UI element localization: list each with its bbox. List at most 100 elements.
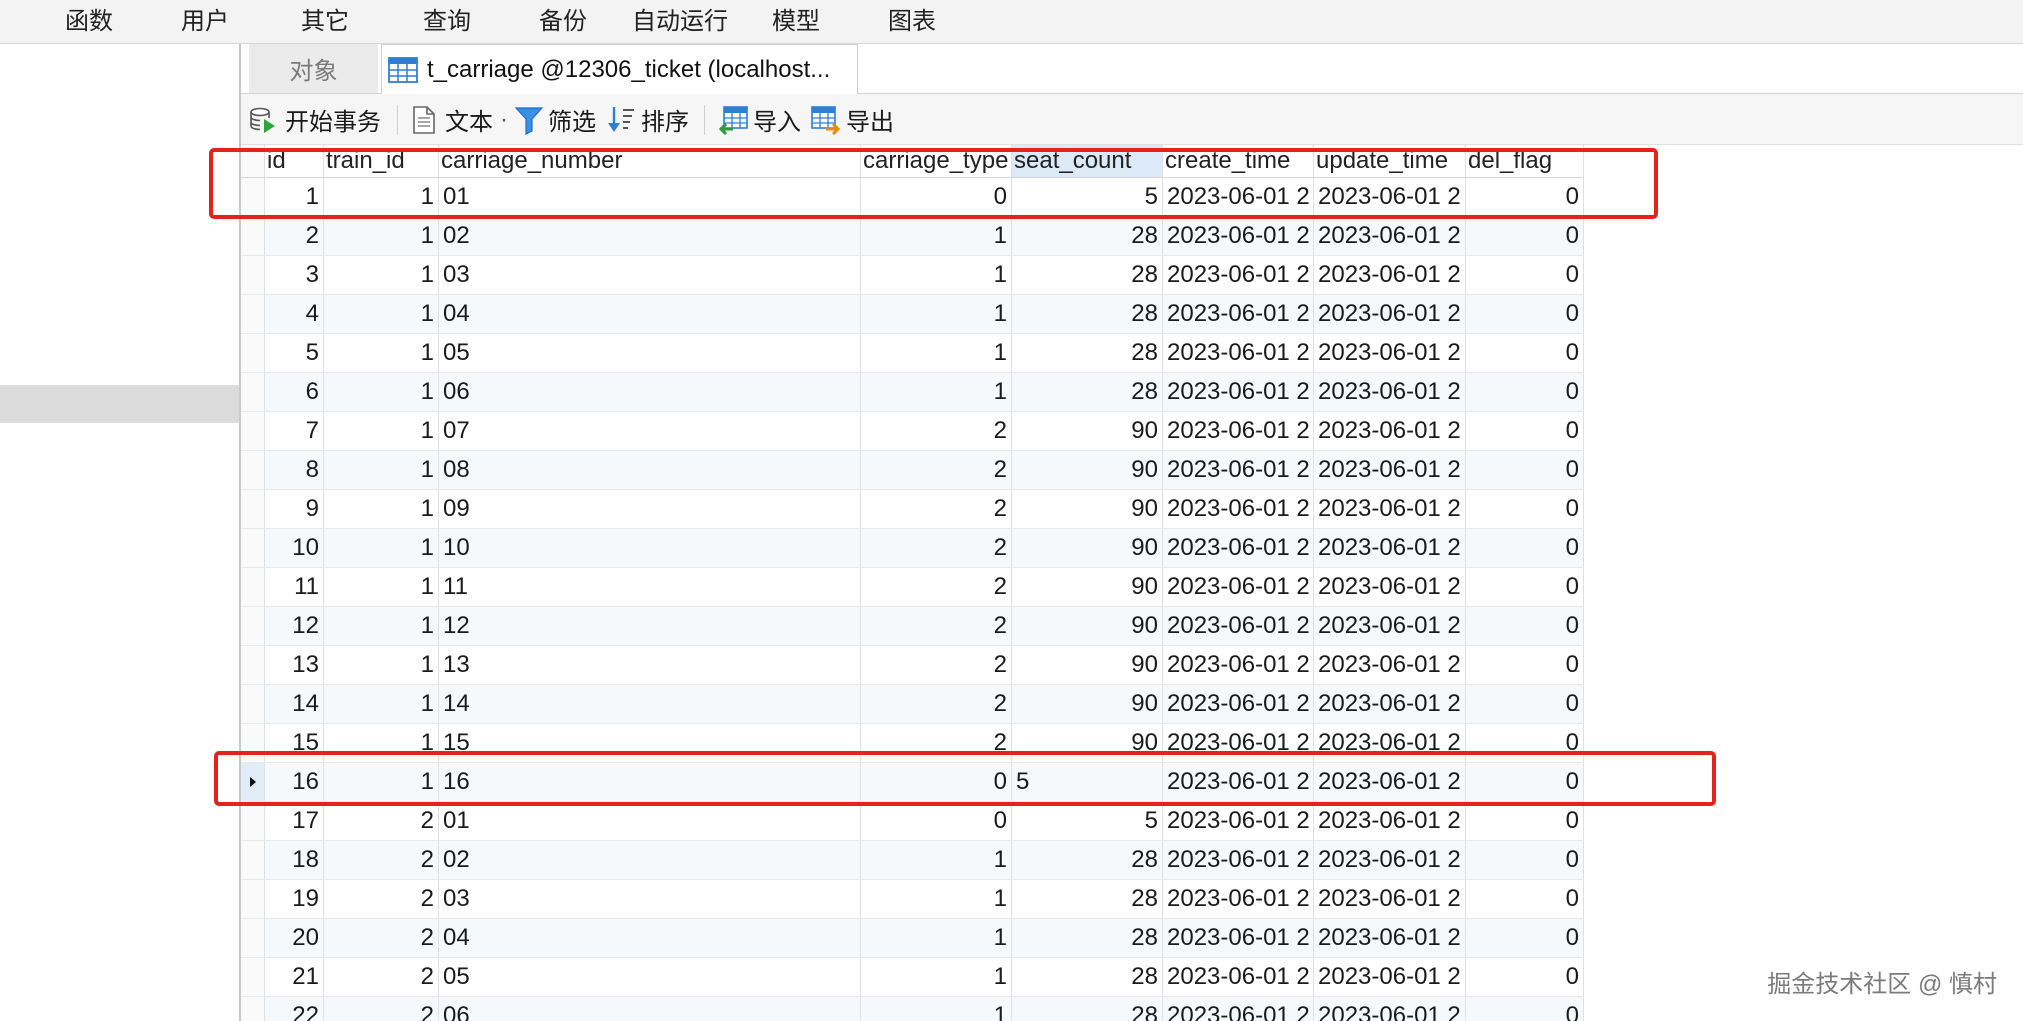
cell-seat-count[interactable]: 5 xyxy=(1012,763,1163,801)
cell-carriage-type[interactable]: 2 xyxy=(861,646,1012,684)
table-row[interactable]: 12 1 12 2 90 2023-06-01 2 2023-06-01 20 xyxy=(241,607,1584,646)
cell-carriage-number[interactable]: 04 xyxy=(439,295,861,333)
cell-carriage-number[interactable]: 14 xyxy=(439,685,861,723)
cell-del-flag[interactable]: 0 xyxy=(1466,451,1584,489)
cell-seat-count[interactable]: 28 xyxy=(1012,841,1163,879)
cell-carriage-type[interactable]: 2 xyxy=(861,490,1012,528)
row-indicator[interactable] xyxy=(241,997,265,1021)
cell-train-id[interactable]: 1 xyxy=(324,451,439,489)
cell-id[interactable]: 10 xyxy=(265,529,324,567)
cell-carriage-number[interactable]: 02 xyxy=(439,217,861,255)
table-row[interactable]: 15 1 15 2 90 2023-06-01 2 2023-06-01 20 xyxy=(241,724,1584,763)
column-header-update-time[interactable]: update_time xyxy=(1314,145,1466,177)
cell-del-flag[interactable]: 0 xyxy=(1466,802,1584,840)
cell-id[interactable]: 7 xyxy=(265,412,324,450)
cell-carriage-number[interactable]: 05 xyxy=(439,958,861,996)
cell-carriage-type[interactable]: 1 xyxy=(861,256,1012,294)
cell-carriage-number[interactable]: 01 xyxy=(439,802,861,840)
cell-create-time[interactable]: 2023-06-01 2 xyxy=(1163,607,1314,645)
table-row[interactable]: 1 1 01 0 5 2023-06-01 2 2023-06-01 20 xyxy=(241,178,1584,217)
row-indicator[interactable] xyxy=(241,178,265,216)
column-header-seat-count[interactable]: seat_count xyxy=(1012,145,1163,177)
row-indicator[interactable] xyxy=(241,646,265,684)
row-indicator[interactable] xyxy=(241,841,265,879)
cell-seat-count[interactable]: 90 xyxy=(1012,490,1163,528)
cell-seat-count[interactable]: 5 xyxy=(1012,802,1163,840)
table-row[interactable]: 9 1 09 2 90 2023-06-01 2 2023-06-01 20 xyxy=(241,490,1584,529)
cell-id[interactable]: 22 xyxy=(265,997,324,1021)
cell-carriage-number[interactable]: 13 xyxy=(439,646,861,684)
cell-create-time[interactable]: 2023-06-01 2 xyxy=(1163,373,1314,411)
cell-update-time[interactable]: 2023-06-01 2 xyxy=(1314,295,1466,333)
cell-carriage-number[interactable]: 03 xyxy=(439,256,861,294)
cell-update-time[interactable]: 2023-06-01 2 xyxy=(1314,841,1466,879)
cell-seat-count[interactable]: 28 xyxy=(1012,217,1163,255)
table-row[interactable]: 13 1 13 2 90 2023-06-01 2 2023-06-01 20 xyxy=(241,646,1584,685)
cell-train-id[interactable]: 1 xyxy=(324,607,439,645)
cell-carriage-number[interactable]: 05 xyxy=(439,334,861,372)
cell-seat-count[interactable]: 28 xyxy=(1012,373,1163,411)
cell-create-time[interactable]: 2023-06-01 2 xyxy=(1163,685,1314,723)
import-button[interactable]: 导入 xyxy=(717,94,801,145)
cell-del-flag[interactable]: 0 xyxy=(1466,256,1584,294)
cell-carriage-type[interactable]: 2 xyxy=(861,529,1012,567)
cell-train-id[interactable]: 1 xyxy=(324,412,439,450)
cell-del-flag[interactable]: 0 xyxy=(1466,607,1584,645)
cell-train-id[interactable]: 1 xyxy=(324,529,439,567)
cell-create-time[interactable]: 2023-06-01 2 xyxy=(1163,451,1314,489)
cell-create-time[interactable]: 2023-06-01 2 xyxy=(1163,529,1314,567)
row-indicator[interactable] xyxy=(241,919,265,957)
row-indicator[interactable] xyxy=(241,763,265,801)
menu-item-functions[interactable]: 函数 xyxy=(65,0,113,43)
cell-train-id[interactable]: 2 xyxy=(324,802,439,840)
row-indicator[interactable] xyxy=(241,802,265,840)
cell-create-time[interactable]: 2023-06-01 2 xyxy=(1163,256,1314,294)
cell-seat-count[interactable]: 90 xyxy=(1012,607,1163,645)
cell-id[interactable]: 11 xyxy=(265,568,324,606)
cell-update-time[interactable]: 2023-06-01 2 xyxy=(1314,490,1466,528)
cell-seat-count[interactable]: 90 xyxy=(1012,724,1163,762)
cell-id[interactable]: 17 xyxy=(265,802,324,840)
cell-carriage-type[interactable]: 1 xyxy=(861,958,1012,996)
cell-carriage-type[interactable]: 1 xyxy=(861,880,1012,918)
cell-update-time[interactable]: 2023-06-01 2 xyxy=(1314,412,1466,450)
cell-carriage-type[interactable]: 2 xyxy=(861,685,1012,723)
cell-id[interactable]: 12 xyxy=(265,607,324,645)
row-indicator[interactable] xyxy=(241,412,265,450)
cell-train-id[interactable]: 1 xyxy=(324,685,439,723)
row-indicator[interactable] xyxy=(241,217,265,255)
cell-carriage-type[interactable]: 0 xyxy=(861,178,1012,216)
text-view-button[interactable]: 文本 · xyxy=(410,94,508,145)
cell-train-id[interactable]: 2 xyxy=(324,841,439,879)
export-button[interactable]: 导出 xyxy=(810,94,894,145)
table-row[interactable]: 11 1 11 2 90 2023-06-01 2 2023-06-01 20 xyxy=(241,568,1584,607)
cell-id[interactable]: 4 xyxy=(265,295,324,333)
cell-create-time[interactable]: 2023-06-01 2 xyxy=(1163,334,1314,372)
column-header-carriage-number[interactable]: carriage_number xyxy=(439,145,861,177)
table-row[interactable]: 21 2 05 1 28 2023-06-01 2 2023-06-01 20 xyxy=(241,958,1584,997)
cell-del-flag[interactable]: 0 xyxy=(1466,763,1584,801)
cell-del-flag[interactable]: 0 xyxy=(1466,334,1584,372)
cell-update-time[interactable]: 2023-06-01 2 xyxy=(1314,763,1466,801)
cell-carriage-type[interactable]: 2 xyxy=(861,412,1012,450)
cell-update-time[interactable]: 2023-06-01 2 xyxy=(1314,217,1466,255)
cell-carriage-number[interactable]: 10 xyxy=(439,529,861,567)
cell-del-flag[interactable]: 0 xyxy=(1466,217,1584,255)
cell-seat-count[interactable]: 28 xyxy=(1012,295,1163,333)
cell-carriage-type[interactable]: 1 xyxy=(861,295,1012,333)
cell-del-flag[interactable]: 0 xyxy=(1466,529,1584,567)
cell-create-time[interactable]: 2023-06-01 2 xyxy=(1163,178,1314,216)
cell-seat-count[interactable]: 28 xyxy=(1012,334,1163,372)
cell-create-time[interactable]: 2023-06-01 2 xyxy=(1163,997,1314,1021)
cell-train-id[interactable]: 1 xyxy=(324,295,439,333)
cell-id[interactable]: 3 xyxy=(265,256,324,294)
cell-carriage-number[interactable]: 01 xyxy=(439,178,861,216)
cell-del-flag[interactable]: 0 xyxy=(1466,685,1584,723)
cell-carriage-number[interactable]: 02 xyxy=(439,841,861,879)
tab-objects[interactable]: 对象 xyxy=(249,44,378,93)
cell-create-time[interactable]: 2023-06-01 2 xyxy=(1163,295,1314,333)
table-row[interactable]: 20 2 04 1 28 2023-06-01 2 2023-06-01 20 xyxy=(241,919,1584,958)
cell-seat-count[interactable]: 90 xyxy=(1012,529,1163,567)
table-row[interactable]: 16 1 16 0 5 2023-06-01 2 2023-06-01 20 xyxy=(241,763,1584,802)
table-row[interactable]: 18 2 02 1 28 2023-06-01 2 2023-06-01 20 xyxy=(241,841,1584,880)
